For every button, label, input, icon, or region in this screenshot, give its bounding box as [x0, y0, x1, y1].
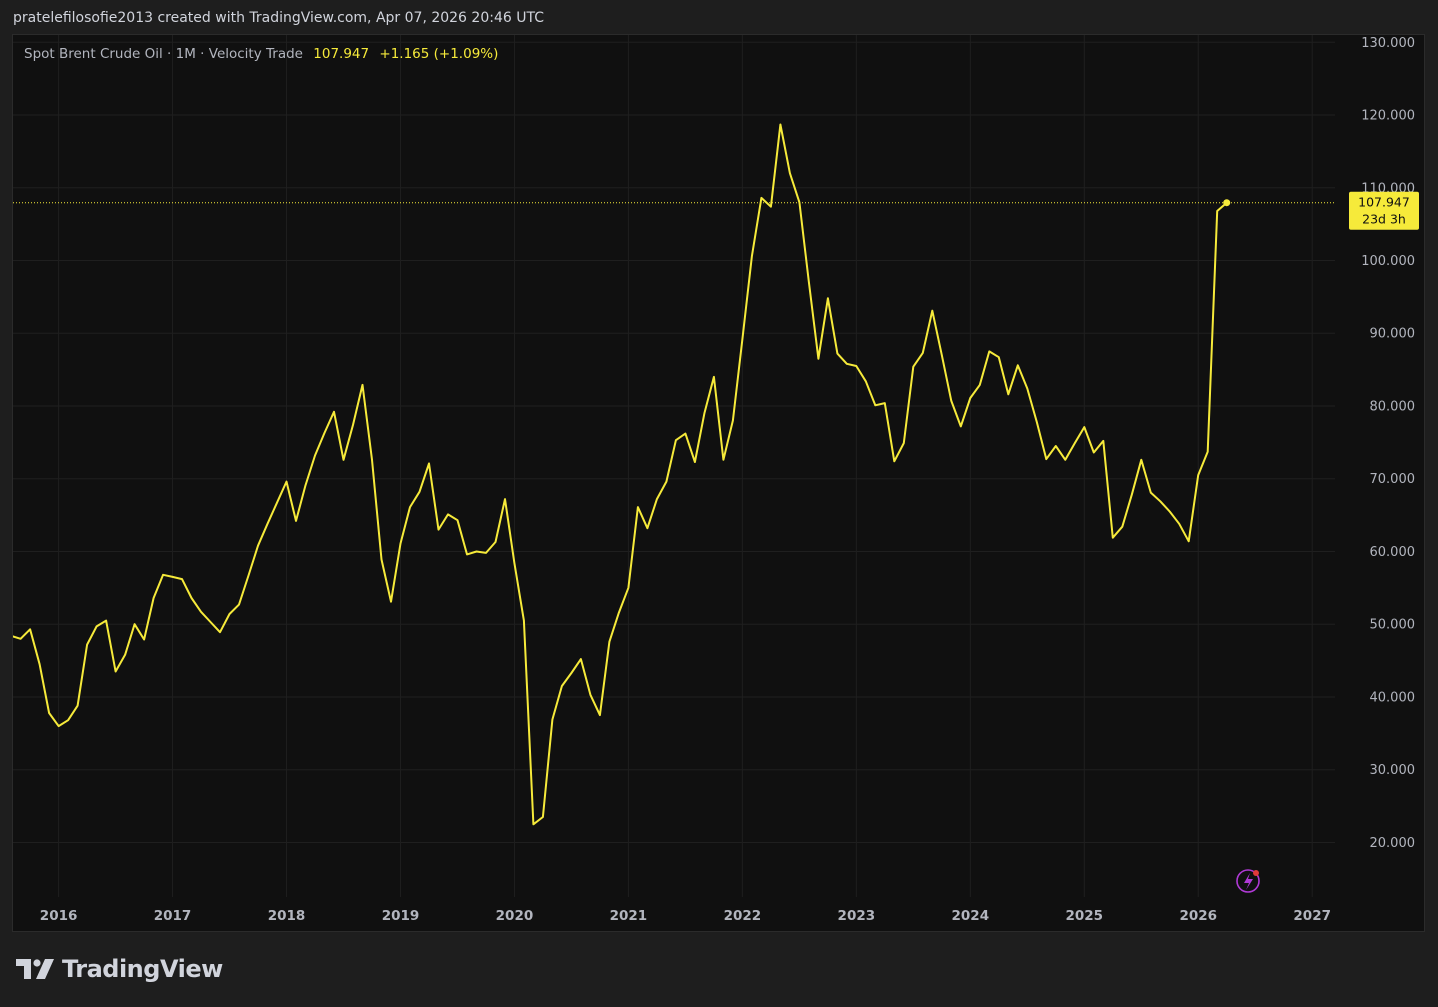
symbol-title[interactable]: Spot Brent Crude Oil · 1M · Velocity Tra… — [24, 46, 303, 62]
x-tick-label: 2025 — [1065, 908, 1103, 924]
bar-countdown: 23d 3h — [1362, 212, 1406, 227]
attribution-text: pratelefilosofie2013 created with Tradin… — [13, 10, 544, 26]
x-tick-label: 2024 — [952, 908, 990, 924]
x-tick-label: 2023 — [838, 908, 876, 924]
tradingview-logo-icon — [16, 959, 54, 979]
y-tick-label: 120.000 — [1361, 109, 1415, 124]
y-tick-label: 100.000 — [1361, 254, 1415, 269]
x-tick-label: 2019 — [382, 908, 420, 924]
x-tick-label: 2016 — [40, 908, 78, 924]
last-price-label: 107.947 23d 3h — [1349, 191, 1419, 230]
last-price-value: 107.947 — [1358, 195, 1410, 210]
x-tick-label: 2017 — [154, 908, 192, 924]
time-axis[interactable]: 2016 2017 2018 2019 2020 2021 2022 2023 2024 2025… — [40, 908, 1331, 924]
x-tick-label: 2026 — [1179, 908, 1217, 924]
last-price: 107.947 — [313, 46, 370, 62]
x-tick-label: 2018 — [268, 908, 306, 924]
x-tick-label: 2021 — [610, 908, 648, 924]
x-tick-label: 2022 — [724, 908, 762, 924]
tradingview-brand[interactable]: TradingView — [16, 955, 223, 983]
y-tick-label: 40.000 — [1370, 690, 1416, 705]
price-axis[interactable]: 20.000 30.000 40.000 50.000 60.000 70.000 80.0… — [1361, 36, 1415, 851]
lightning-alert-icon[interactable] — [1236, 869, 1260, 893]
y-tick-label: 80.000 — [1370, 399, 1416, 414]
y-tick-label: 20.000 — [1370, 836, 1416, 851]
brand-name: TradingView — [62, 955, 223, 983]
grid — [13, 35, 1335, 897]
y-tick-label: 90.000 — [1370, 327, 1416, 342]
series-line — [13, 123, 1228, 826]
x-tick-label: 2027 — [1293, 908, 1331, 924]
x-tick-label: 2020 — [496, 908, 534, 924]
price-series — [13, 123, 1231, 826]
last-point-marker — [1223, 199, 1231, 207]
price-chart[interactable]: 20.000 30.000 40.000 50.000 60.000 70.000 80.0… — [13, 35, 1425, 932]
y-tick-label: 50.000 — [1370, 618, 1416, 633]
chart-panel[interactable]: 20.000 30.000 40.000 50.000 60.000 70.000 80.0… — [12, 34, 1425, 932]
chart-legend[interactable]: Spot Brent Crude Oil · 1M · Velocity Tra… — [24, 46, 498, 62]
price-change: +1.165 (+1.09%) — [379, 46, 499, 62]
y-tick-label: 70.000 — [1370, 472, 1416, 487]
y-tick-label: 60.000 — [1370, 545, 1416, 560]
y-tick-label: 30.000 — [1370, 763, 1416, 778]
y-tick-label: 130.000 — [1361, 36, 1415, 51]
